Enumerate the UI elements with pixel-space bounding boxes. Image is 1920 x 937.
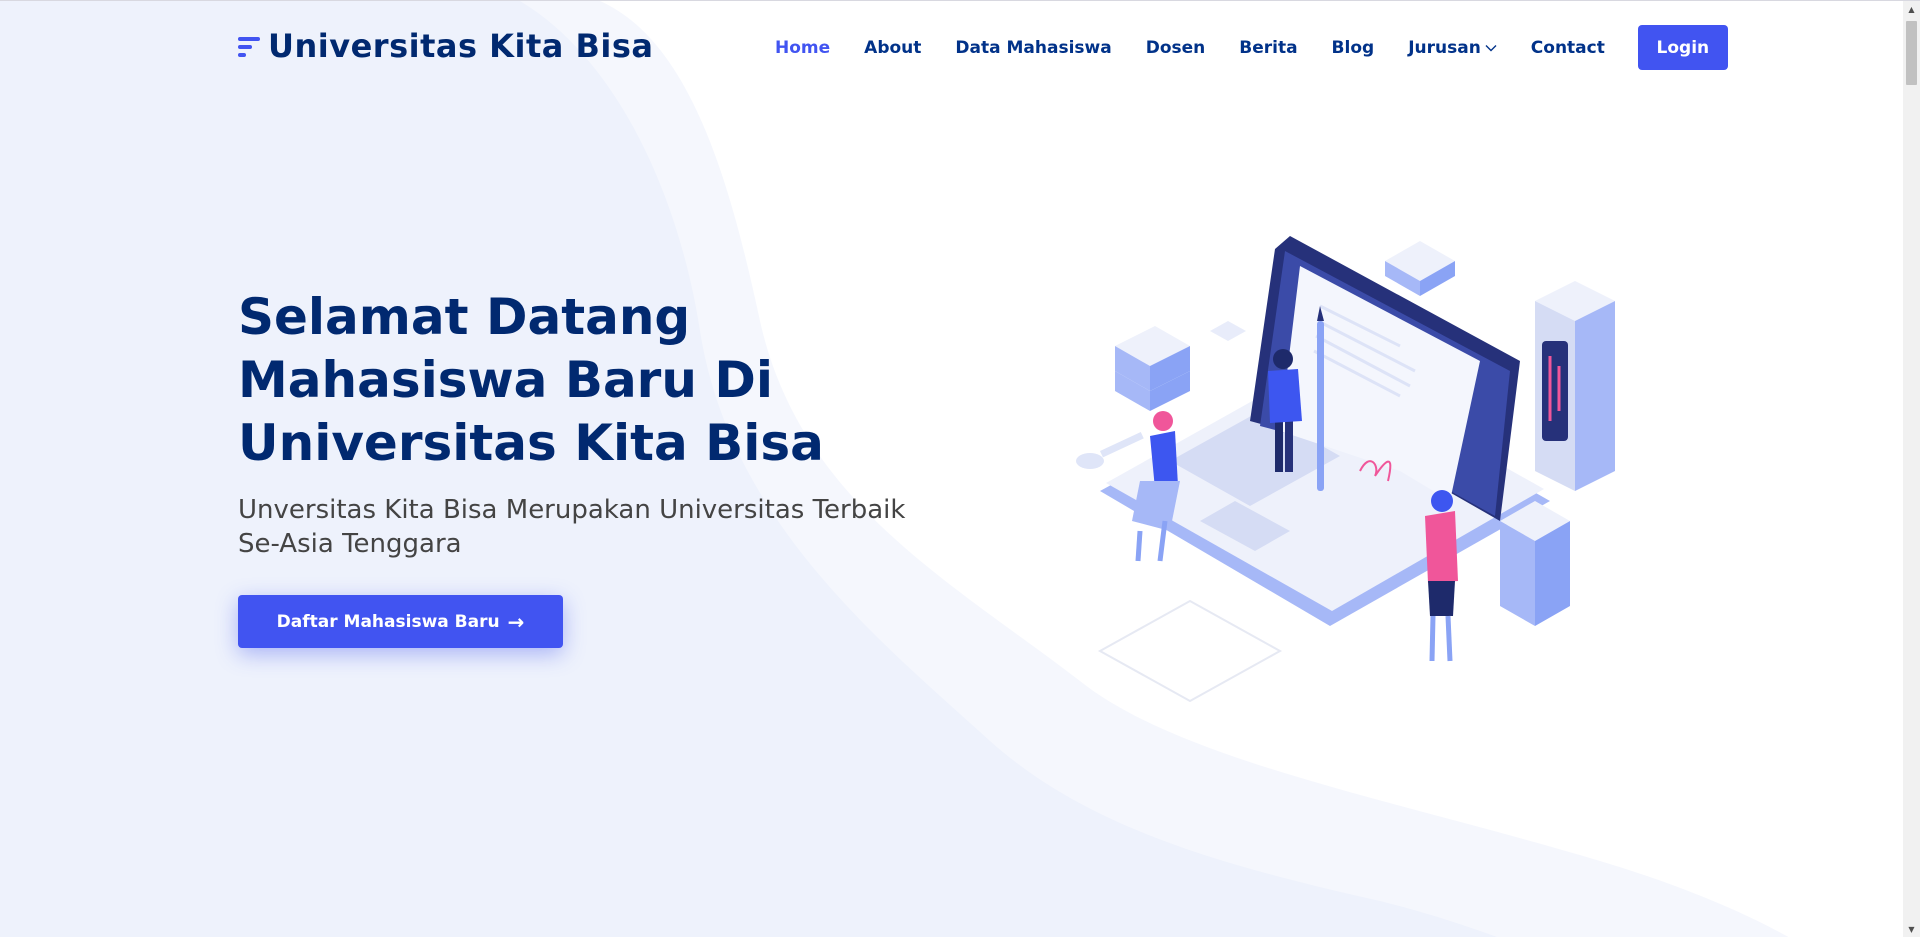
server-tower-right	[1535, 281, 1615, 491]
nav-blog[interactable]: Blog	[1332, 38, 1375, 58]
nav-data-mahasiswa[interactable]: Data Mahasiswa	[955, 38, 1111, 58]
server-stack-right	[1500, 501, 1570, 626]
menu-lines-icon	[238, 31, 262, 61]
nav-dosen[interactable]: Dosen	[1146, 38, 1206, 58]
hero-subtitle: Unversitas Kita Bisa Merupakan Universit…	[238, 495, 906, 559]
hero-title: Selamat Datang Mahasiswa Baru Di Univers…	[238, 288, 824, 472]
hero-illustration	[1076, 236, 1615, 703]
key-shape	[1076, 431, 1144, 469]
floor-tile-outline	[1097, 599, 1283, 703]
vertical-scrollbar[interactable]: ▲ ▼	[1903, 1, 1920, 937]
brand-logo[interactable]: Universitas Kita Bisa	[238, 27, 653, 65]
arrow-right-icon: →	[507, 609, 525, 634]
scroll-down-arrow-icon[interactable]: ▼	[1903, 921, 1920, 937]
nav-jurusan-dropdown[interactable]: Jurusan	[1408, 38, 1497, 58]
register-button-label: Daftar Mahasiswa Baru	[276, 611, 500, 632]
nav-berita[interactable]: Berita	[1239, 38, 1297, 58]
small-diamond	[1210, 321, 1246, 341]
nav-jurusan-label: Jurusan	[1408, 37, 1481, 58]
scroll-thumb[interactable]	[1906, 21, 1917, 85]
scroll-up-arrow-icon[interactable]: ▲	[1903, 1, 1920, 18]
nav-home[interactable]: Home	[775, 38, 830, 58]
server-top	[1385, 241, 1455, 296]
chevron-down-icon	[1485, 44, 1497, 51]
login-button[interactable]: Login	[1637, 25, 1728, 70]
site-header: Universitas Kita Bisa Home About Data Ma…	[0, 1, 1903, 95]
nav-contact[interactable]: Contact	[1531, 38, 1605, 58]
brand-title: Universitas Kita Bisa	[268, 27, 654, 65]
main-navigation: Home About Data Mahasiswa Dosen Berita B…	[775, 25, 1728, 70]
server-stack-left	[1115, 326, 1190, 411]
hero-section: Selamat Datang Mahasiswa Baru Di Univers…	[238, 286, 958, 648]
register-button[interactable]: Daftar Mahasiswa Baru →	[238, 595, 563, 648]
person-standing	[1425, 490, 1458, 662]
nav-about[interactable]: About	[864, 38, 921, 58]
